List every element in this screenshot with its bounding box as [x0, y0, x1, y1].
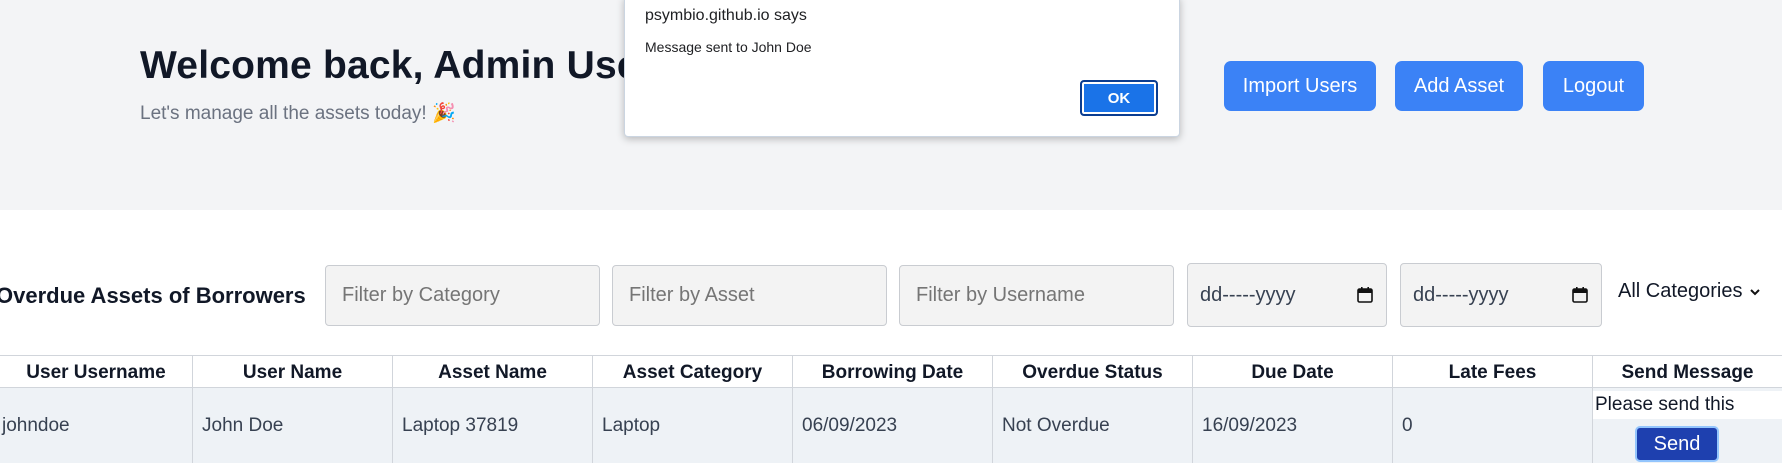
cell-overdue-status: Not Overdue: [993, 388, 1193, 463]
message-input[interactable]: [1593, 391, 1782, 419]
column-header: Borrowing Date: [793, 356, 993, 389]
column-header: Late Fees: [1393, 356, 1593, 389]
cell-due-date: 16/09/2023: [1193, 388, 1393, 463]
logout-button[interactable]: Logout: [1543, 61, 1644, 111]
column-header: User Name: [193, 356, 393, 389]
table-row: johndoe John Doe Laptop 37819 Laptop 06/…: [0, 388, 1782, 463]
page: Welcome back, Admin User Let's manage al…: [0, 0, 1782, 463]
filter-username-input[interactable]: [899, 265, 1174, 326]
category-select[interactable]: All Categories: [1618, 280, 1761, 303]
alert-dialog: psymbio.github.io says Message sent to J…: [624, 0, 1180, 137]
calendar-icon[interactable]: [1571, 286, 1589, 304]
cell-borrowing-date: 06/09/2023: [793, 388, 993, 463]
calendar-icon[interactable]: [1356, 286, 1374, 304]
category-select-value: All Categories: [1618, 280, 1743, 302]
dialog-message: Message sent to John Doe: [645, 39, 812, 55]
column-header: Asset Category: [593, 356, 793, 389]
table-header: User Username User Name Asset Name Asset…: [0, 355, 1782, 389]
dialog-title: psymbio.github.io says: [645, 7, 807, 24]
cell-name: John Doe: [193, 388, 393, 463]
cell-asset-category: Laptop: [593, 388, 793, 463]
welcome-heading: Welcome back, Admin User: [140, 44, 655, 87]
cell-username: johndoe: [0, 388, 193, 463]
dialog-ok-button[interactable]: OK: [1080, 80, 1158, 116]
chevron-down-icon: [1749, 280, 1761, 303]
column-header: Asset Name: [393, 356, 593, 389]
welcome-subtitle: Let's manage all the assets today! 🎉: [140, 103, 456, 124]
column-header: Overdue Status: [993, 356, 1193, 389]
end-date-input[interactable]: dd-----yyyy: [1400, 263, 1602, 327]
add-asset-button[interactable]: Add Asset: [1395, 61, 1523, 111]
cell-asset-name: Laptop 37819: [393, 388, 593, 463]
cell-late-fees: 0: [1393, 388, 1593, 463]
end-date-value: dd-----yyyy: [1413, 283, 1509, 306]
column-header: Send Message: [1621, 361, 1754, 383]
section-title: Overdue Assets of Borrowers: [0, 283, 306, 308]
start-date-input[interactable]: dd-----yyyy: [1187, 263, 1387, 327]
filter-category-input[interactable]: [325, 265, 600, 326]
import-users-button[interactable]: Import Users: [1224, 61, 1376, 111]
send-message-button[interactable]: Send: [1635, 426, 1719, 462]
column-header: Due Date: [1193, 356, 1393, 389]
column-header: User Username: [0, 356, 193, 389]
start-date-value: dd-----yyyy: [1200, 283, 1296, 306]
filter-asset-input[interactable]: [612, 265, 887, 326]
